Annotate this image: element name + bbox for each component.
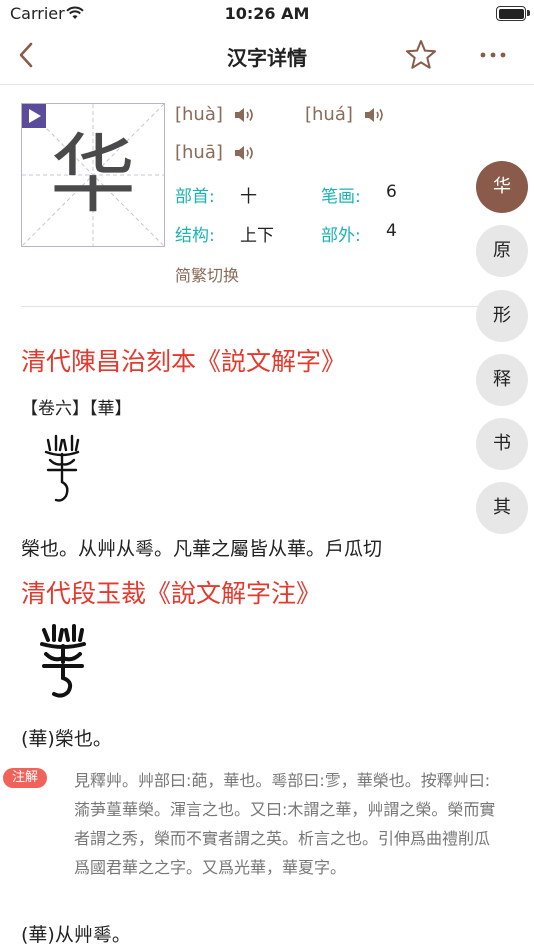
outside-strokes-value: 4 xyxy=(386,221,397,241)
duanzhu-line-2: (華)从艸𠌶。 xyxy=(21,924,131,946)
battery-icon xyxy=(496,6,530,21)
reading-2[interactable]: [huá] xyxy=(305,104,385,125)
divider xyxy=(21,306,481,307)
reading-3[interactable]: [huā] xyxy=(175,142,255,163)
strokes-value: 6 xyxy=(386,182,397,202)
more-options-icon[interactable] xyxy=(476,42,510,68)
annotation-text: 見釋艸。艸部曰:葩，華也。𠌶部曰:𩁺，華榮也。按釋艸曰:蕍芛葟華榮。渾言之也。又… xyxy=(74,771,496,877)
seal-script-glyph-image xyxy=(40,624,86,698)
structure-value: 上下 xyxy=(240,226,274,246)
play-stroke-animation-button[interactable] xyxy=(22,104,46,128)
pinyin-text: [huà] xyxy=(175,104,223,125)
seal-script-glyph-image xyxy=(44,434,80,502)
reading-1[interactable]: [huà] xyxy=(175,104,255,125)
section-title-duanzhu: 清代段玉裁《說文解字注》 xyxy=(21,579,322,608)
pinyin-text: [huā] xyxy=(175,142,223,163)
speaker-icon[interactable] xyxy=(233,144,255,162)
shuowen-definition: 榮也。从艸从𠌶。凡華之屬皆从華。戶瓜切 xyxy=(21,538,383,560)
outside-strokes-label: 部外: xyxy=(321,226,361,246)
speaker-icon[interactable] xyxy=(233,106,255,124)
structure-label: 结构: xyxy=(175,226,215,246)
side-tab-xing[interactable]: 形 xyxy=(476,290,528,342)
radical-label: 部首: xyxy=(175,187,215,207)
speaker-icon[interactable] xyxy=(363,106,385,124)
radical-value: 十 xyxy=(240,187,257,207)
simplified-traditional-toggle[interactable]: 简繁切换 xyxy=(175,262,239,286)
pinyin-text: [huá] xyxy=(305,104,353,125)
nav-bar: 汉字详情 xyxy=(0,28,534,85)
side-tab-qi[interactable]: 其 xyxy=(476,482,528,534)
section-title-shuowen: 清代陳昌治刻本《説文解字》 xyxy=(21,347,347,376)
status-bar: Carrier 10:26 AM xyxy=(0,0,534,28)
strokes-label: 笔画: xyxy=(321,187,361,207)
side-tab-shu[interactable]: 书 xyxy=(476,418,528,470)
side-tab-shi[interactable]: 释 xyxy=(476,354,528,406)
character-grid: 华 xyxy=(21,103,165,247)
page-title: 汉字详情 xyxy=(227,46,307,70)
side-tab-hua[interactable]: 华 xyxy=(476,161,528,213)
side-tab-yuan[interactable]: 原 xyxy=(476,225,528,277)
volume-label: 【卷六】【華】 xyxy=(21,399,132,419)
duanzhu-line-1: (華)榮也。 xyxy=(21,728,112,750)
note-badge: 注解 xyxy=(3,768,47,788)
favorite-star-icon[interactable] xyxy=(404,38,438,72)
clock: 10:26 AM xyxy=(224,4,310,23)
